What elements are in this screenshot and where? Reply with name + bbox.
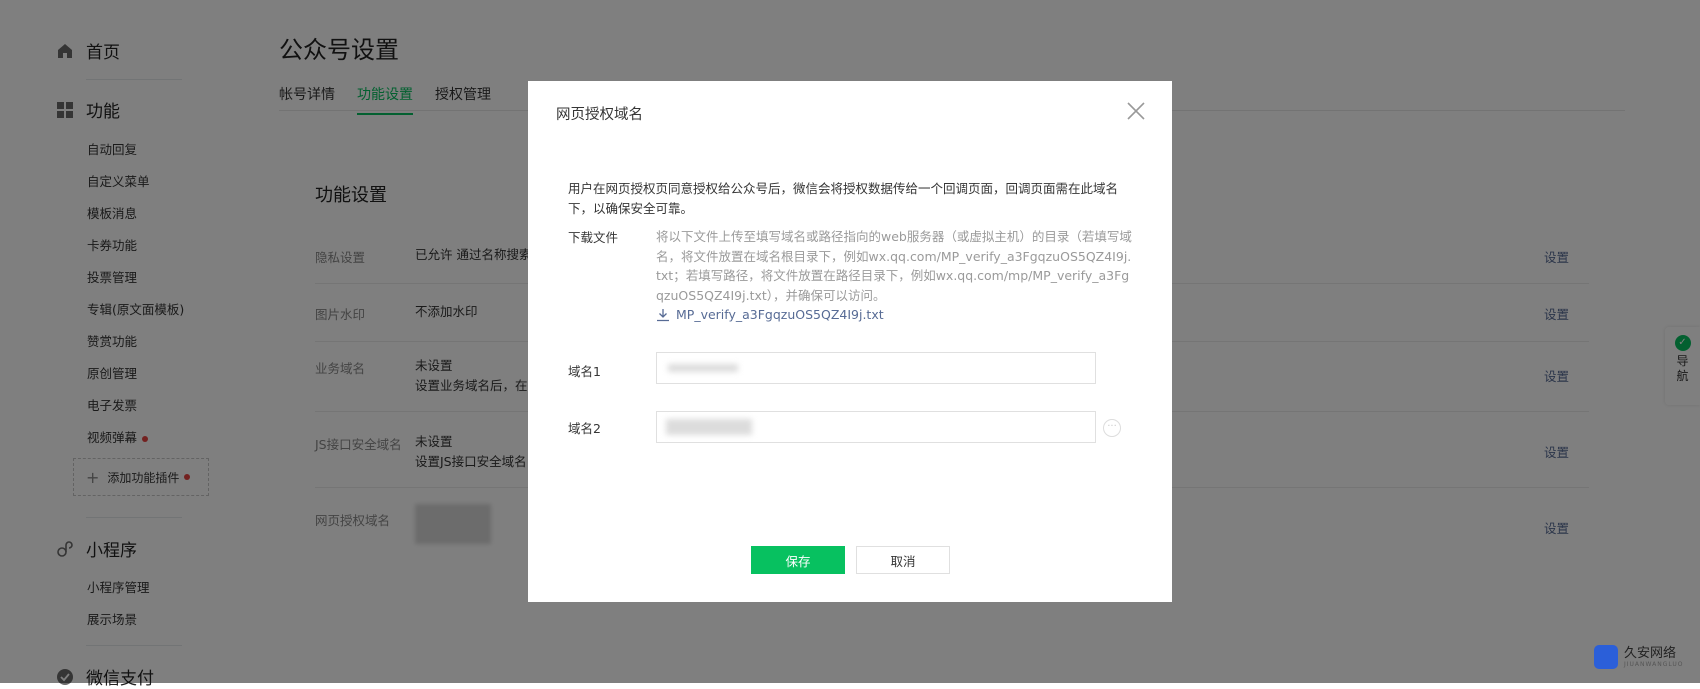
watermark-text: 久安网络 xyxy=(1624,645,1677,661)
watermark-logo xyxy=(1594,645,1618,669)
dialog-intro: 用户在网页授权页同意授权给公众号后，微信会将授权数据传给一个回调页面，回调页面需… xyxy=(568,181,1119,216)
oauth-domain-dialog: 网页授权域名 用户在网页授权页同意授权给公众号后，微信会将授权数据传给一个回调页… xyxy=(528,81,1172,602)
cancel-button[interactable]: 取消 xyxy=(856,546,950,574)
redacted-block xyxy=(668,364,738,372)
site-watermark: 久安网络 JIUANWANGLUO xyxy=(1594,645,1684,669)
domain1-label: 域名1 xyxy=(568,364,601,379)
download-file-name: MP_verify_a3FgqzuOS5QZ4I9j.txt xyxy=(676,307,884,322)
save-button[interactable]: 保存 xyxy=(751,546,845,574)
redacted-block xyxy=(666,419,752,435)
more-icon[interactable]: ··· xyxy=(1103,419,1121,437)
close-icon[interactable] xyxy=(1124,99,1148,123)
download-label: 下载文件 xyxy=(568,230,619,245)
download-description: 将以下文件上传至填写域名或路径指向的web服务器（或虚拟主机）的目录（若填写域名… xyxy=(656,229,1132,303)
watermark-text-group: 久安网络 JIUANWANGLUO xyxy=(1624,645,1684,668)
download-file-link[interactable]: MP_verify_a3FgqzuOS5QZ4I9j.txt xyxy=(656,307,884,322)
domain2-label: 域名2 xyxy=(568,421,601,436)
download-icon xyxy=(656,308,670,322)
watermark-subtext: JIUANWANGLUO xyxy=(1624,660,1684,668)
dialog-title: 网页授权域名 xyxy=(556,107,643,123)
